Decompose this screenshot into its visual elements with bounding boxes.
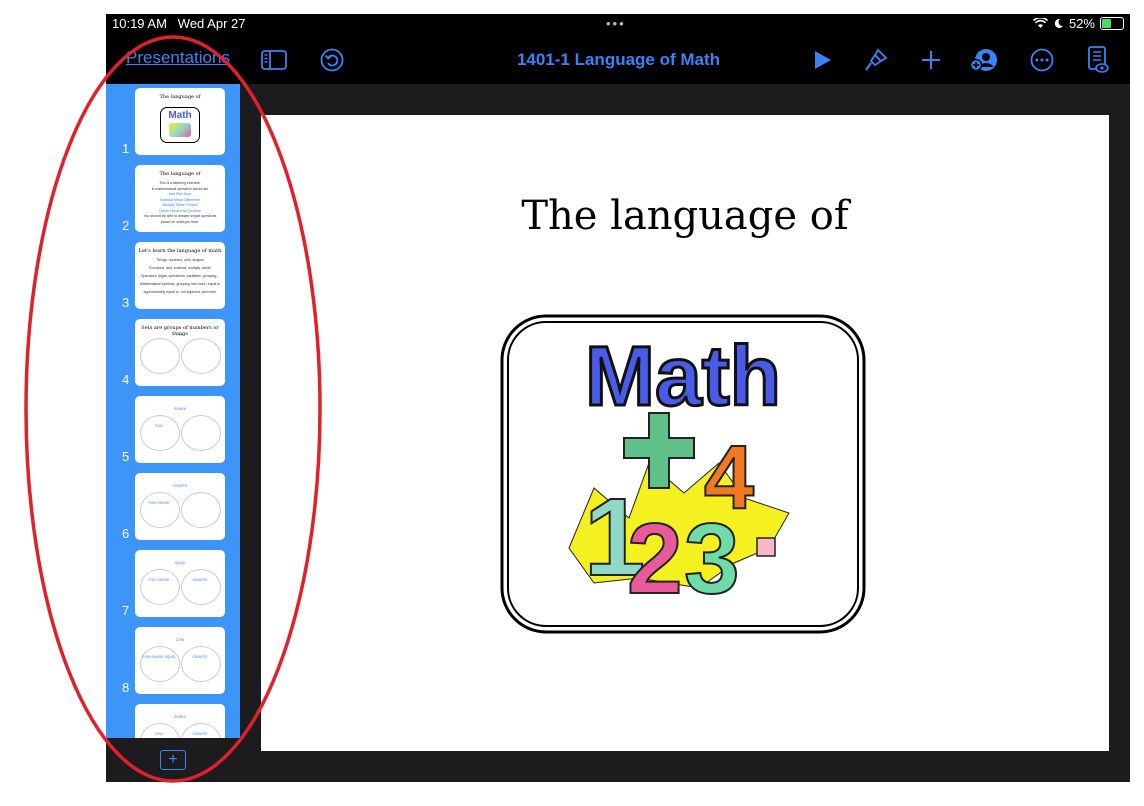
add-icon[interactable] bbox=[917, 46, 945, 74]
status-indicators: 52% bbox=[1032, 16, 1124, 31]
slide-title[interactable]: The language of bbox=[261, 193, 1109, 239]
moon-icon bbox=[1054, 18, 1063, 28]
clock: 10:19 AM bbox=[112, 16, 167, 31]
current-slide[interactable]: The language of Math 1 2 3 4 bbox=[261, 115, 1109, 751]
reading-view-icon[interactable] bbox=[1084, 46, 1112, 74]
battery-percent: 52% bbox=[1068, 16, 1095, 31]
slide-canvas-area: The language of Math 1 2 3 4 bbox=[240, 84, 1130, 782]
play-icon[interactable] bbox=[808, 46, 836, 74]
collaborate-icon[interactable] bbox=[970, 46, 998, 74]
svg-text:2: 2 bbox=[627, 503, 683, 615]
math-clipart-image[interactable]: Math 1 2 3 4 bbox=[499, 313, 867, 635]
red-annotation-circle bbox=[24, 35, 322, 783]
status-bar: 10:19 AM Wed Apr 27 ••• 52% bbox=[106, 14, 1130, 36]
battery-icon bbox=[1100, 17, 1124, 30]
wifi-icon bbox=[1032, 18, 1048, 28]
document-title[interactable]: 1401-1 Language of Math bbox=[446, 50, 791, 70]
multitask-dots-icon[interactable]: ••• bbox=[606, 16, 626, 31]
math-word: Math bbox=[585, 329, 781, 423]
svg-text:4: 4 bbox=[704, 428, 754, 528]
status-time: 10:19 AM Wed Apr 27 bbox=[112, 16, 245, 31]
date: Wed Apr 27 bbox=[177, 16, 246, 31]
more-icon[interactable] bbox=[1028, 46, 1056, 74]
format-brush-icon[interactable] bbox=[862, 46, 890, 74]
